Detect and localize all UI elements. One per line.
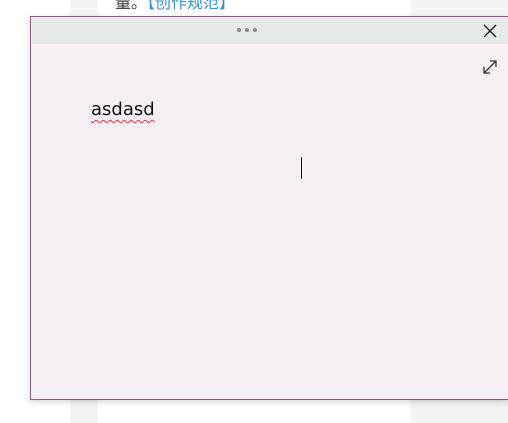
- text-caret: [301, 157, 302, 179]
- close-icon: [483, 24, 497, 38]
- expand-icon: [483, 60, 497, 74]
- expand-button[interactable]: [480, 57, 500, 77]
- note-title-bar[interactable]: [31, 17, 508, 44]
- close-button[interactable]: [479, 20, 501, 42]
- note-content[interactable]: asdasd: [91, 99, 155, 121]
- note-popup: asdasd: [30, 16, 508, 400]
- background-text: 量。: [115, 0, 148, 12]
- background-text-line: 量。【创作规范】: [115, 0, 235, 13]
- drag-handle-icon[interactable]: [237, 27, 257, 33]
- guidelines-link[interactable]: 【创作规范】: [147, 0, 235, 12]
